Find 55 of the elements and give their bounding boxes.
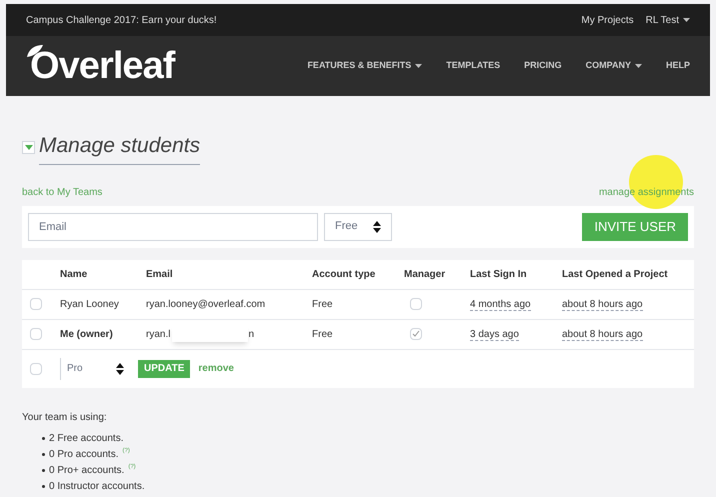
account-type-cell-text: Free [312, 298, 334, 312]
checkbox[interactable] [30, 298, 42, 310]
nav-link[interactable]: TEMPLATES [446, 59, 500, 73]
caret-icon [634, 64, 642, 68]
name-cell-text: Me (owner) [60, 328, 114, 342]
checkbox[interactable] [410, 298, 422, 310]
column-header: Name [60, 268, 88, 282]
column-header: Last Opened a Project [562, 268, 669, 282]
sort-arrows-icon [116, 362, 124, 374]
email-field[interactable]: Email [28, 212, 318, 240]
bullet-icon [42, 452, 45, 456]
email-cell-text: ryan.l [146, 328, 170, 342]
bullet-icon [42, 436, 45, 440]
email-cell-text: ryan.looney@overleaf.com [146, 298, 266, 312]
top-link[interactable]: My Projects [581, 12, 634, 28]
last-sign-in: 4 months ago [470, 298, 531, 310]
bullet-icon [42, 468, 45, 472]
usage-item: 0 Instructor accounts. [49, 480, 145, 494]
nav-link[interactable]: COMPANY [586, 59, 642, 73]
name-cell-text: Ryan Looney [60, 298, 120, 312]
nav-link[interactable]: PRICING [524, 59, 562, 73]
sort-arrows-icon [373, 220, 381, 232]
announcement-text: Campus Challenge 2017: Earn your ducks! [26, 14, 217, 28]
page-title: Manage students [39, 130, 200, 164]
usage-item: 0 Pro accounts. [49, 448, 118, 462]
checkbox[interactable] [30, 328, 42, 340]
caret-icon [683, 18, 690, 22]
column-header: Manager [404, 268, 446, 282]
column-header: Email [146, 268, 174, 282]
account-type-select[interactable]: Free [324, 212, 392, 240]
column-header: Last Sign In [470, 268, 528, 282]
email-cell-text: n [248, 328, 254, 342]
column-header: Account type [312, 268, 376, 282]
caret-icon [24, 144, 32, 150]
account-type-cell-text: Free [312, 328, 334, 342]
bullet-icon [42, 484, 45, 488]
collapse-toggle[interactable] [22, 140, 35, 154]
last-sign-in: 3 days ago [470, 328, 519, 340]
last-opened: about 8 hours ago [562, 298, 643, 310]
nav-link[interactable]: HELP [666, 59, 690, 73]
invite-button[interactable]: INVITE USER [582, 212, 688, 240]
account-type-select[interactable]: Pro [60, 358, 130, 380]
usage-title: Your team is using: [22, 410, 108, 424]
usage-item: 2 Free accounts. [49, 432, 124, 446]
caret-icon [415, 64, 422, 68]
last-opened: about 8 hours ago [562, 328, 643, 340]
update-button[interactable]: UPDATE [138, 360, 190, 378]
top-link[interactable]: RL Test [646, 12, 690, 28]
nav-link[interactable]: FEATURES & BENEFITS [307, 59, 422, 73]
checkbox[interactable] [410, 328, 422, 340]
back-link[interactable]: back to My Teams [22, 184, 102, 200]
usage-item: 0 Pro+ accounts. [49, 464, 124, 478]
remove-link[interactable]: remove [198, 361, 234, 376]
checkbox[interactable] [30, 362, 42, 374]
logo[interactable]: Overleaf [26, 47, 174, 85]
